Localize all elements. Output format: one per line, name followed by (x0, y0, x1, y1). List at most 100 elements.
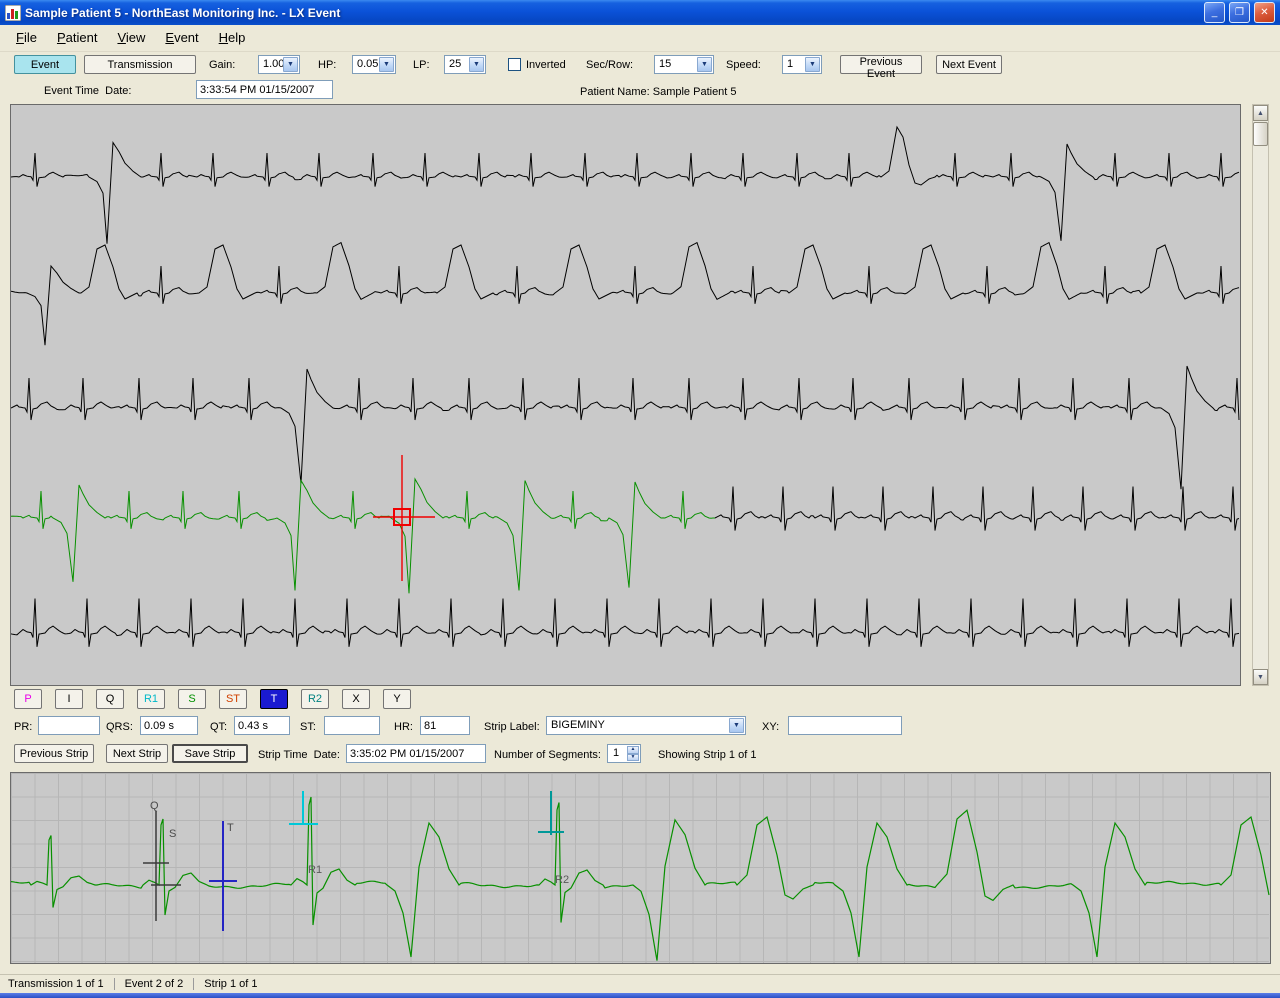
patient-name-text: Patient Name: Sample Patient 5 (580, 84, 737, 101)
status-item-1: Event 2 of 2 (125, 978, 184, 990)
hp-caret-icon: ▼ (379, 57, 394, 72)
transmission-button[interactable]: Transmission (84, 55, 196, 74)
lp-select[interactable]: 25 ▼ (444, 55, 486, 74)
event-time-label: Event Time Date: (44, 83, 131, 100)
pr-label: PR: (14, 719, 32, 736)
strip-marker-r2[interactable]: R2 (538, 791, 569, 886)
marker-button-q[interactable]: Q (96, 689, 124, 709)
qt-label: QT: (210, 719, 227, 736)
lp-value: 25 (449, 58, 461, 70)
strip-svg[interactable]: Q S T R1 R2 (11, 773, 1270, 963)
ecg-trace-row-2 (11, 366, 1239, 489)
maximize-button[interactable]: ❐ (1229, 2, 1250, 23)
ecg-trace-row-1 (11, 243, 1239, 346)
ecg-trace-row-3 (11, 479, 715, 593)
segments-spinner[interactable]: 1 ▲ ▼ (607, 744, 641, 763)
showing-strip-text: Showing Strip 1 of 1 (658, 747, 756, 764)
speed-label: Speed: (726, 57, 761, 74)
taskbar-edge (0, 993, 1280, 998)
scroll-up-icon[interactable]: ▲ (1253, 105, 1268, 121)
strip-time-field[interactable] (346, 744, 486, 763)
minimize-button[interactable]: _ (1204, 2, 1225, 23)
main-ecg-svg[interactable] (11, 105, 1240, 685)
hp-value: 0.05 (357, 58, 378, 70)
status-separator (193, 978, 194, 990)
window-title: Sample Patient 5 - NorthEast Monitoring … (25, 6, 1200, 20)
event-time-field[interactable] (196, 80, 333, 99)
status-bar: Transmission 1 of 1Event 2 of 2Strip 1 o… (0, 974, 1280, 993)
close-button[interactable]: ✕ (1254, 2, 1275, 23)
xy-field[interactable] (788, 716, 902, 735)
hr-field[interactable] (420, 716, 470, 735)
menu-help[interactable]: Help (209, 25, 256, 51)
strip-grid (11, 773, 1269, 963)
strip-time-label: Strip Time Date: (258, 747, 340, 764)
marker-button-t[interactable]: T (260, 689, 288, 709)
sec-row-value: 15 (659, 58, 671, 70)
qrs-field[interactable] (140, 716, 198, 735)
marker-button-r2[interactable]: R2 (301, 689, 329, 709)
ecg-trace-row-3 (715, 487, 1239, 531)
ecg-scrollbar[interactable]: ▲ ▼ (1252, 104, 1269, 686)
scroll-down-icon[interactable]: ▼ (1253, 669, 1268, 685)
ecg-display-area[interactable] (10, 104, 1241, 686)
strip-marker-s[interactable]: S (169, 828, 176, 840)
lp-caret-icon: ▼ (469, 57, 484, 72)
sec-row-label: Sec/Row: (586, 57, 633, 74)
strip-display-area[interactable]: Q S T R1 R2 (10, 772, 1271, 964)
st-field[interactable] (324, 716, 380, 735)
next-strip-button[interactable]: Next Strip (106, 744, 168, 763)
hr-label: HR: (394, 719, 413, 736)
segments-label: Number of Segments: (494, 747, 601, 764)
marker-button-p[interactable]: P (14, 689, 42, 709)
segments-value: 1 (613, 747, 619, 759)
qt-field[interactable] (234, 716, 290, 735)
status-separator (114, 978, 115, 990)
marker-button-s[interactable]: S (178, 689, 206, 709)
previous-event-button[interactable]: Previous Event (840, 55, 922, 74)
strip-label-label: Strip Label: (484, 719, 540, 736)
sec-row-select[interactable]: 15 ▼ (654, 55, 714, 74)
xy-label: XY: (762, 719, 779, 736)
speed-select[interactable]: 1 ▼ (782, 55, 822, 74)
next-event-button[interactable]: Next Event (936, 55, 1002, 74)
strip-label-caret-icon: ▼ (729, 718, 744, 733)
strip-label-select[interactable]: BIGEMINY ▼ (546, 716, 746, 735)
segments-up-icon[interactable]: ▲ (627, 746, 639, 754)
svg-text:R1: R1 (308, 864, 322, 876)
marker-button-st[interactable]: ST (219, 689, 247, 709)
save-strip-button[interactable]: Save Strip (172, 744, 248, 763)
hp-select[interactable]: 0.05 ▼ (352, 55, 396, 74)
app-icon (5, 5, 21, 21)
marker-button-r1[interactable]: R1 (137, 689, 165, 709)
menu-event[interactable]: Event (155, 25, 208, 51)
scrollbar-thumb[interactable] (1253, 122, 1268, 146)
event-button[interactable]: Event (14, 55, 76, 74)
marker-buttons: PIQ R1 S ST T R2 XY (14, 689, 411, 709)
qrs-label: QRS: (106, 719, 133, 736)
menu-file[interactable]: File (6, 25, 47, 51)
gain-select[interactable]: 1.00 ▼ (258, 55, 300, 74)
sec-row-caret-icon: ▼ (697, 57, 712, 72)
speed-caret-icon: ▼ (805, 57, 820, 72)
lx-event-window: Sample Patient 5 - NorthEast Monitoring … (0, 0, 1280, 998)
menu-bar: File Patient View Event Help (0, 25, 1280, 52)
inverted-checkbox[interactable] (508, 58, 521, 71)
inverted-label: Inverted (526, 57, 566, 74)
ecg-trace-row-0 (11, 127, 1239, 244)
marker-button-i[interactable]: I (55, 689, 83, 709)
marker-button-x[interactable]: X (342, 689, 370, 709)
strip-label-value: BIGEMINY (551, 719, 605, 731)
strip-marker-q[interactable]: Q (143, 800, 181, 921)
hp-label: HP: (318, 57, 336, 74)
marker-button-y[interactable]: Y (383, 689, 411, 709)
menu-view[interactable]: View (107, 25, 155, 51)
svg-text:S: S (169, 828, 176, 840)
svg-text:T: T (227, 822, 234, 834)
segments-down-icon[interactable]: ▼ (627, 754, 639, 762)
menu-patient[interactable]: Patient (47, 25, 107, 51)
previous-strip-button[interactable]: Previous Strip (14, 744, 94, 763)
pr-field[interactable] (38, 716, 100, 735)
svg-text:Q: Q (150, 800, 159, 812)
gain-caret-icon: ▼ (283, 57, 298, 72)
